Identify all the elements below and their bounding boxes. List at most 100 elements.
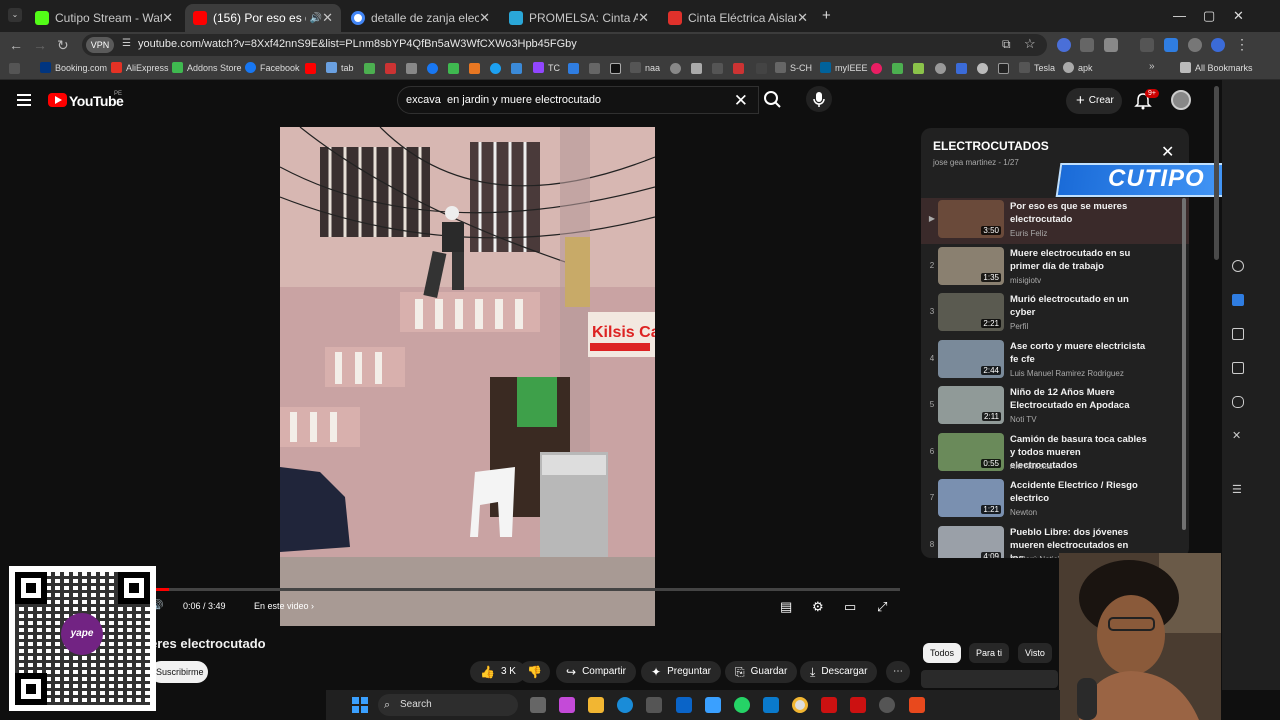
download-button[interactable]: ⤓ Descargar — [800, 661, 878, 683]
bookmark-item[interactable]: naa — [630, 62, 660, 73]
save-button[interactable]: ⎘ Guardar — [725, 661, 798, 683]
voice-search-button[interactable] — [806, 86, 832, 112]
close-tab-icon[interactable]: ✕ — [479, 10, 490, 26]
bookmark-icon[interactable] — [469, 63, 480, 74]
playlist-item[interactable]: 3 2:21 Murió electrocutado en un cyber Perf… — [921, 291, 1189, 337]
playlist-item-channel[interactable]: Euris Feliz — [1010, 229, 1047, 238]
bookmark-icon[interactable] — [913, 63, 924, 74]
close-playlist-icon[interactable]: ✕ — [1161, 142, 1174, 162]
file-explorer-icon[interactable] — [588, 697, 604, 713]
back-icon[interactable]: ← — [9, 37, 23, 53]
playlist-item[interactable]: ▶ 3:50 Por eso es que se mueres electrocut… — [921, 198, 1189, 244]
playlist-title[interactable]: ELECTROCUTADOS — [933, 139, 1049, 153]
pdf-icon[interactable] — [850, 697, 866, 713]
playlist-item-title[interactable]: Ase corto y muere electricista fe cfe — [1010, 340, 1150, 366]
ask-button[interactable]: ✦ Preguntar — [641, 661, 721, 683]
bookmark-icon[interactable] — [892, 63, 903, 74]
browser-tab[interactable]: PROMELSA: Cinta Aislante Auto ✕ — [501, 4, 657, 32]
fullscreen-icon[interactable]: ⤢ — [877, 599, 887, 615]
playlist-scrollbar[interactable] — [1182, 198, 1186, 530]
bookmark-icon[interactable] — [385, 63, 396, 74]
bookmark-icon[interactable] — [448, 63, 459, 74]
outlook-icon[interactable] — [676, 697, 692, 713]
extension-icon[interactable] — [1057, 38, 1071, 52]
youtube-logo-icon[interactable] — [48, 93, 67, 107]
hamburger-menu-icon[interactable] — [17, 94, 31, 106]
address-bar[interactable]: VPN ☰ youtube.com/watch?v=8Xxf42nnS9E&li… — [82, 34, 1047, 56]
playlist-item-channel[interactable]: AM Noticias — [1010, 462, 1053, 471]
playlist-item-channel[interactable]: Luis Manuel Ramirez Rodriguez — [1010, 369, 1124, 378]
bookmark-icon[interactable] — [406, 63, 417, 74]
bookmark-item[interactable]: TC — [533, 62, 560, 73]
taskbar-search[interactable]: ⌕ Search — [378, 694, 518, 716]
extension-icon[interactable] — [1211, 38, 1225, 52]
gamepad-icon[interactable] — [1232, 396, 1244, 408]
bookmark-item[interactable]: myIEEE — [820, 62, 868, 73]
bookmark-icon[interactable] — [998, 63, 1009, 74]
edge-icon[interactable] — [617, 697, 633, 713]
playlist-item-channel[interactable]: misigiotv — [1010, 276, 1041, 285]
extension-icon[interactable] — [1164, 38, 1178, 52]
video-thumbnail[interactable]: 1:21 — [938, 479, 1004, 517]
app-icon[interactable] — [821, 697, 837, 713]
reader-icon[interactable] — [1232, 328, 1244, 340]
notes-icon[interactable] — [1232, 362, 1244, 374]
app-icon[interactable] — [705, 697, 721, 713]
bookmark-star-icon[interactable]: ☆ — [1024, 36, 1036, 52]
minimize-icon[interactable]: — — [1173, 8, 1186, 23]
browser-tab[interactable]: Cinta Eléctrica Aislante de PVC ✕ — [660, 4, 816, 32]
playlist-item[interactable]: 7 1:21 Accidente Electrico / Riesgo electr… — [921, 477, 1189, 523]
chapters-button[interactable]: En este video › — [254, 601, 314, 611]
playlist-item-title[interactable]: Accidente Electrico / Riesgo electrico — [1010, 479, 1150, 505]
theater-mode-icon[interactable]: ▭ — [844, 599, 856, 615]
dislike-button[interactable]: 👎 — [519, 661, 550, 683]
playlist-item-channel[interactable]: Noti TV — [1010, 415, 1037, 424]
bookmark-item[interactable]: Addons Store — [172, 62, 242, 73]
app-icon[interactable] — [909, 697, 925, 713]
playlist-item[interactable]: 5 2:11 Niño de 12 Años Muere Electrocutado… — [921, 384, 1189, 430]
video-thumbnail[interactable]: 4:09 — [938, 525, 1004, 558]
video-thumbnail[interactable]: 3:50 — [938, 200, 1004, 238]
share-button[interactable]: ↪ Compartir — [556, 661, 636, 683]
extension-icon[interactable] — [1104, 38, 1118, 52]
bookmark-item[interactable]: S-CH — [775, 62, 812, 73]
more-actions-button[interactable]: ⋯ — [886, 661, 910, 683]
apps-grid-icon[interactable] — [9, 63, 20, 74]
bookmark-icon[interactable] — [977, 63, 988, 74]
more-bookmarks-icon[interactable]: » — [1149, 61, 1155, 72]
bookmark-icon[interactable] — [871, 63, 882, 74]
chat-icon[interactable] — [1232, 294, 1244, 306]
settings-icon[interactable] — [879, 697, 895, 713]
site-info-icon[interactable]: ☰ — [122, 38, 131, 49]
video-thumbnail[interactable]: 2:11 — [938, 386, 1004, 424]
next-video-thumb[interactable] — [921, 670, 1058, 688]
sidebar-toggle-icon[interactable] — [1140, 38, 1154, 52]
new-tab-icon[interactable]: + — [822, 7, 831, 24]
subscribe-button[interactable]: Suscribirme — [150, 661, 208, 683]
browser-tab[interactable]: Cutipo Stream - Watch Live on ✕ — [27, 4, 181, 32]
customize-icon[interactable]: ☰ — [1232, 484, 1244, 496]
close-tab-icon[interactable]: ✕ — [638, 10, 649, 26]
avatar[interactable] — [1171, 90, 1191, 110]
playlist-item-title[interactable]: Por eso es que se mueres electrocutado — [1010, 200, 1150, 226]
chrome-icon[interactable] — [792, 697, 808, 713]
page-scrollbar[interactable] — [1214, 86, 1219, 260]
bookmark-item[interactable]: AliExpress — [111, 62, 169, 73]
playlist-item-channel[interactable]: Newton — [1010, 508, 1037, 517]
windows-start-icon[interactable] — [352, 697, 368, 713]
bookmark-icon[interactable] — [756, 63, 767, 74]
bookmark-icon[interactable] — [712, 63, 723, 74]
copilot-icon[interactable] — [559, 697, 575, 713]
chip-todos[interactable]: Todos — [923, 643, 962, 663]
bookmark-icon[interactable] — [691, 63, 702, 74]
bookmark-icon[interactable] — [935, 63, 946, 74]
video-thumbnail[interactable]: 0:55 — [938, 432, 1004, 471]
vpn-badge[interactable]: VPN — [86, 37, 114, 53]
close-tab-icon[interactable]: ✕ — [162, 10, 173, 26]
extension-icon[interactable] — [1080, 38, 1094, 52]
video-thumbnail[interactable]: 2:44 — [938, 339, 1004, 378]
video-thumbnail[interactable]: 2:21 — [938, 293, 1004, 331]
twitter-icon[interactable] — [490, 63, 501, 74]
browser-tab-active[interactable]: (156) Por eso es que se mu 🔊 ✕ — [185, 4, 341, 32]
bookmark-icon[interactable] — [956, 63, 967, 74]
